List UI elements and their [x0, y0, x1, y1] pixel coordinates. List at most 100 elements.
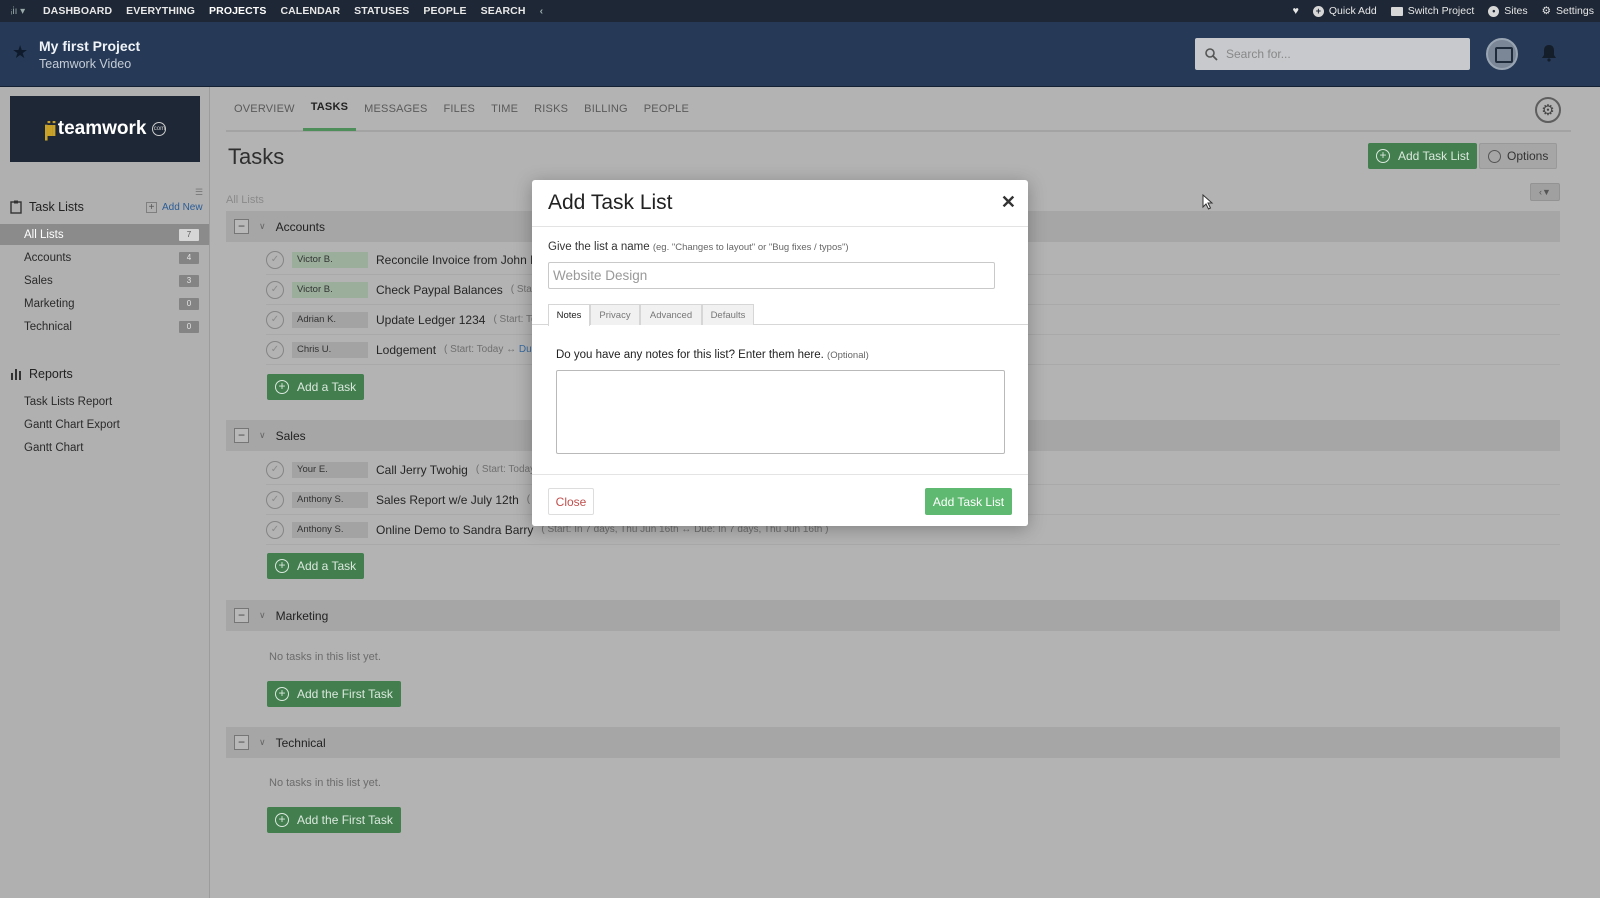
tab-messages[interactable]: MESSAGES — [356, 86, 435, 131]
task-checkbox-icon[interactable]: ✓ — [266, 460, 284, 479]
add-new-label: Add New — [162, 202, 203, 213]
sidebar-item-technical[interactable]: Technical 0 — [0, 316, 209, 337]
task-checkbox-icon[interactable]: ✓ — [266, 250, 284, 269]
assignee-badge[interactable]: Anthony S. — [292, 521, 368, 538]
task-checkbox-icon[interactable]: ✓ — [266, 280, 284, 299]
chevron-down-icon[interactable]: ∨ — [259, 610, 266, 621]
user-avatar[interactable] — [1486, 38, 1518, 70]
assignee-badge[interactable]: Chris U. — [292, 341, 368, 358]
switch-project-button[interactable]: Switch Project — [1390, 5, 1474, 17]
nav-search[interactable]: SEARCH — [474, 5, 533, 17]
task-name[interactable]: Call Jerry Twohig — [376, 463, 468, 477]
tab-defaults[interactable]: Defaults — [702, 304, 754, 325]
chevron-down-icon[interactable]: ∨ — [259, 737, 266, 748]
sidebar-item-label: All Lists — [24, 228, 64, 241]
report-gantt-chart[interactable]: Gantt Chart — [24, 442, 83, 454]
favorites-heart-icon[interactable]: ♥ — [1293, 5, 1299, 17]
close-button[interactable]: Close — [548, 488, 594, 515]
add-a-task-label: Add a Task — [297, 559, 357, 573]
tab-files[interactable]: FILES — [436, 86, 484, 131]
tab-notes[interactable]: Notes — [548, 304, 590, 326]
nav-projects[interactable]: PROJECTS — [202, 5, 273, 17]
assignee-badge[interactable]: Victor B. — [292, 281, 368, 298]
assignee-badge[interactable]: Adrian K. — [292, 311, 368, 328]
task-dates: ( Start: Today — [475, 464, 536, 475]
task-lists-label: Task Lists — [29, 200, 84, 214]
star-icon[interactable]: ★ — [12, 42, 28, 63]
submit-add-task-list-button[interactable]: Add Task List — [925, 488, 1012, 515]
tab-people[interactable]: PEOPLE — [636, 86, 697, 131]
assignee-badge[interactable]: Victor B. — [292, 251, 368, 268]
task-checkbox-icon[interactable]: ✓ — [266, 310, 284, 329]
search-placeholder: Search for... — [1226, 47, 1291, 61]
teamwork-mini-logo-icon[interactable]: ᵢiı ▾ — [0, 6, 36, 17]
nav-dashboard[interactable]: DASHBOARD — [36, 5, 119, 17]
project-company[interactable]: Teamwork Video — [39, 57, 131, 71]
quick-add-label: Quick Add — [1328, 5, 1377, 17]
add-a-task-button[interactable]: + Add a Task — [267, 553, 365, 579]
filter-icon[interactable]: ‹▼ — [1530, 183, 1560, 201]
sidebar-item-all-lists[interactable]: All Lists 7 — [0, 224, 209, 245]
add-first-task-button[interactable]: + Add the First Task — [267, 807, 401, 833]
tab-time[interactable]: TIME — [483, 86, 526, 131]
nav-people[interactable]: PEOPLE — [416, 5, 473, 17]
assignee-badge[interactable]: Anthony S. — [292, 491, 368, 508]
task-name[interactable]: Lodgement — [376, 343, 436, 357]
list-name-input[interactable] — [548, 262, 995, 289]
bell-icon[interactable] — [1541, 44, 1557, 62]
options-button[interactable]: Options — [1479, 143, 1558, 169]
search-input[interactable]: Search for... — [1195, 38, 1470, 70]
sidebar-item-marketing[interactable]: Marketing 0 — [0, 293, 209, 314]
add-first-task-label: Add the First Task — [297, 687, 393, 701]
collapse-icon[interactable]: − — [234, 608, 249, 623]
close-icon[interactable]: ✕ — [1001, 192, 1016, 213]
list-header-technical[interactable]: − ∨ Technical — [226, 727, 1560, 758]
collapse-icon[interactable]: − — [234, 428, 249, 443]
task-dates: ( Start: To — [493, 314, 537, 325]
nav-everything[interactable]: EVERYTHING — [119, 5, 202, 17]
add-a-task-button[interactable]: + Add a Task — [267, 374, 365, 400]
sites-button[interactable]: • Sites — [1488, 5, 1528, 17]
nav-statuses[interactable]: STATUSES — [347, 5, 416, 17]
task-checkbox-icon[interactable]: ✓ — [266, 490, 284, 509]
reports-label: Reports — [29, 367, 73, 381]
list-name: Technical — [275, 735, 326, 750]
quick-add-button[interactable]: + Quick Add — [1312, 5, 1377, 17]
add-first-task-button[interactable]: + Add the First Task — [267, 681, 401, 707]
notes-textarea[interactable] — [556, 370, 1005, 454]
tab-overview[interactable]: OVERVIEW — [226, 86, 303, 131]
sidebar-item-accounts[interactable]: Accounts 4 — [0, 247, 209, 268]
collapse-icon[interactable]: − — [234, 735, 249, 750]
chevron-down-icon[interactable]: ∨ — [259, 221, 266, 232]
tab-privacy[interactable]: Privacy — [590, 304, 640, 325]
tab-tasks[interactable]: TASKS — [302, 86, 357, 131]
teamwork-logo[interactable]: ꞁiıi teamwork com — [10, 96, 200, 162]
settings-button[interactable]: ⚙ Settings — [1542, 5, 1594, 17]
assignee-badge[interactable]: Your E. — [292, 461, 368, 478]
sidebar-collapse-icon[interactable]: ☰ — [195, 187, 203, 198]
tab-advanced[interactable]: Advanced — [640, 304, 702, 325]
collapse-icon[interactable]: − — [234, 219, 249, 234]
task-lists-heading: Task Lists — [10, 200, 84, 214]
project-title[interactable]: My first Project — [39, 38, 140, 54]
chevron-down-icon[interactable]: ∨ — [259, 430, 266, 441]
task-name[interactable]: Check Paypal Balances — [376, 283, 503, 297]
add-new-list-button[interactable]: + Add New — [146, 202, 203, 213]
nav-calendar[interactable]: CALENDAR — [273, 5, 347, 17]
sidebar-item-label: Technical — [24, 320, 72, 333]
report-task-lists[interactable]: Task Lists Report — [24, 396, 112, 408]
collapse-nav-icon[interactable]: ‹ — [533, 5, 551, 17]
task-name[interactable]: Reconcile Invoice from John Blo — [376, 253, 547, 267]
tab-risks[interactable]: RISKS — [526, 86, 576, 131]
task-checkbox-icon[interactable]: ✓ — [266, 340, 284, 359]
project-settings-gear-icon[interactable]: ⚙ — [1535, 97, 1561, 123]
add-task-list-button[interactable]: + Add Task List — [1368, 143, 1478, 169]
tab-billing[interactable]: BILLING — [576, 86, 636, 131]
task-name[interactable]: Online Demo to Sandra Barry — [376, 523, 533, 537]
task-checkbox-icon[interactable]: ✓ — [266, 520, 284, 539]
sidebar-item-sales[interactable]: Sales 3 — [0, 270, 209, 291]
task-name[interactable]: Update Ledger 1234 — [376, 313, 485, 327]
list-header-marketing[interactable]: − ∨ Marketing — [226, 600, 1560, 631]
report-gantt-export[interactable]: Gantt Chart Export — [24, 419, 120, 431]
task-name[interactable]: Sales Report w/e July 12th — [376, 493, 519, 507]
